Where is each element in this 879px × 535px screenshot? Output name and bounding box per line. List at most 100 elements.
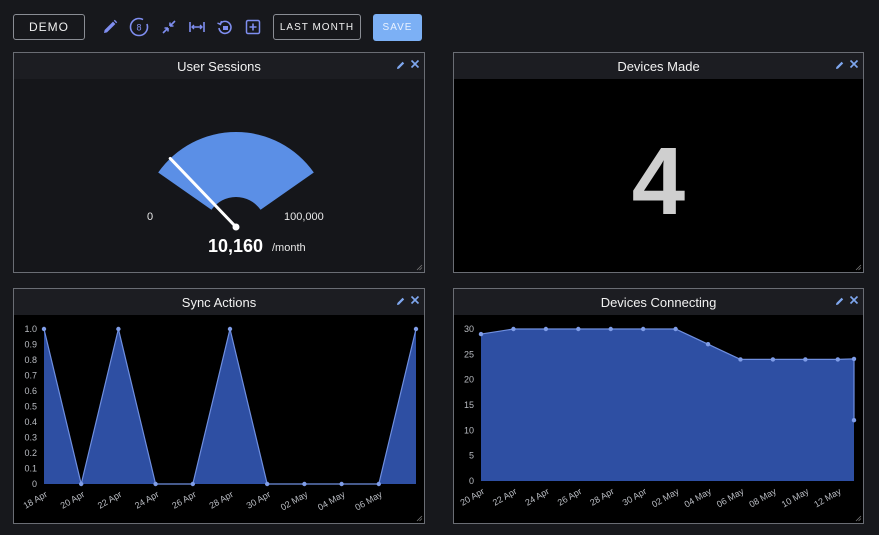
data-point [576, 326, 581, 332]
y-tick-label: 0.3 [24, 433, 37, 443]
x-tick-label: 24 Apr [133, 489, 161, 511]
y-tick-label: 5 [469, 451, 474, 461]
x-tick-label: 12 May [812, 486, 843, 510]
close-panel-icon[interactable] [849, 59, 859, 69]
collapse-icon[interactable] [160, 18, 178, 36]
panel-header: User Sessions [14, 53, 424, 79]
close-panel-icon[interactable] [410, 295, 420, 305]
data-point [738, 357, 743, 362]
data-point [41, 326, 47, 332]
dashboard-toolbar: DEMO 8 LAST MONTH SAVE [0, 0, 879, 52]
data-point [339, 481, 344, 487]
x-tick-label: 20 Apr [59, 489, 87, 511]
stat-value: 4 [631, 128, 686, 235]
x-tick-label: 06 May [715, 486, 746, 510]
resize-handle-icon[interactable] [855, 515, 862, 522]
x-tick-label: 28 Apr [207, 489, 235, 511]
resize-handle-icon[interactable] [416, 515, 423, 522]
devices-made-panel: Devices Made 4 [453, 52, 864, 273]
history-icon[interactable] [216, 18, 234, 36]
x-tick-label: 26 Apr [556, 486, 584, 508]
data-point [608, 326, 613, 332]
y-tick-label: 20 [464, 375, 474, 385]
y-tick-label: 0.6 [24, 386, 37, 396]
x-tick-label: 06 May [353, 489, 384, 513]
edit-panel-icon[interactable] [835, 296, 845, 306]
gauge-value: 10,160 [208, 236, 264, 256]
resize-handle-icon[interactable] [855, 264, 862, 271]
data-point [478, 331, 484, 337]
gauge-max-label: 100,000 [284, 211, 324, 223]
sync-actions-chart: 0 0.1 0.2 0.3 0.4 0.5 0.6 0.7 0.8 0.9 1.0 18 Apr 20 … [21, 324, 419, 513]
data-point [190, 481, 195, 487]
close-panel-icon[interactable] [410, 59, 420, 69]
edit-panel-icon[interactable] [396, 60, 406, 70]
gauge-pivot [232, 223, 240, 231]
data-point [705, 342, 711, 347]
x-tick-label: 18 Apr [21, 489, 49, 511]
x-tick-label: 22 Apr [96, 489, 124, 511]
data-point [770, 357, 776, 362]
data-point [376, 481, 381, 487]
time-range-button[interactable]: LAST MONTH [273, 14, 361, 40]
data-point [851, 356, 857, 362]
panel-header: Sync Actions [14, 289, 424, 315]
panel-body: 4 [454, 79, 863, 272]
y-tick-label: 15 [464, 400, 474, 410]
series-area [481, 329, 854, 481]
panel-body: 0 0.1 0.2 0.3 0.4 0.5 0.6 0.7 0.8 0.9 1.0 18 Apr 20 … [14, 315, 424, 523]
x-tick-label: 02 May [279, 489, 310, 513]
user-sessions-panel: User Sessions 0 100,000 10,160 /month [13, 52, 425, 273]
x-tick-label: 20 Apr [458, 486, 486, 508]
y-tick-label: 30 [464, 324, 474, 334]
refresh-count-icon[interactable]: 8 [129, 17, 149, 37]
dashboard-name-button[interactable]: DEMO [13, 14, 85, 40]
close-panel-icon[interactable] [849, 295, 859, 305]
panel-title: Sync Actions [181, 295, 257, 310]
y-tick-label: 25 [464, 349, 474, 359]
data-point [543, 326, 549, 332]
y-tick-label: 0 [469, 476, 474, 486]
panel-title: User Sessions [177, 59, 261, 74]
x-tick-label: 10 May [780, 486, 811, 510]
data-point [640, 326, 646, 332]
x-tick-label: 30 Apr [245, 489, 273, 511]
panel-header: Devices Connecting [454, 289, 863, 315]
x-tick-label: 02 May [650, 486, 681, 510]
y-tick-label: 0.7 [24, 371, 37, 381]
pencil-icon[interactable] [101, 18, 119, 36]
x-tick-label: 28 Apr [588, 486, 616, 508]
refresh-count: 8 [136, 23, 141, 33]
x-tick-label: 24 Apr [523, 486, 551, 508]
data-point [673, 326, 678, 332]
devices-connecting-chart: 0 5 10 15 20 25 30 20 Apr 22 Apr 24 Apr 26 Apr 28 A… [458, 324, 857, 510]
x-tick-label: 26 Apr [170, 489, 198, 511]
sync-actions-panel: Sync Actions 0 0.1 0.2 0.3 0.4 0.5 0.6 0.7 0.8 0.… [13, 288, 425, 524]
data-point [153, 481, 158, 487]
panel-body: 0 5 10 15 20 25 30 20 Apr 22 Apr 24 Apr 26 Apr 28 A… [454, 315, 863, 523]
x-tick-label: 30 Apr [621, 486, 649, 508]
add-panel-icon[interactable] [244, 18, 262, 36]
data-point [227, 326, 233, 332]
y-tick-label: 10 [464, 425, 474, 435]
edit-panel-icon[interactable] [396, 296, 406, 306]
data-point [302, 481, 307, 487]
x-tick-label: 08 May [747, 486, 778, 510]
y-tick-label: 0 [32, 479, 37, 489]
x-tick-label: 04 May [682, 486, 713, 510]
data-point [79, 481, 84, 487]
y-tick-label: 0.2 [24, 448, 37, 458]
data-point [265, 481, 270, 487]
panel-header: Devices Made [454, 53, 863, 79]
devices-connecting-panel: Devices Connecting 0 5 10 15 20 25 30 20 Apr 22 … [453, 288, 864, 524]
panel-title: Devices Made [617, 59, 700, 74]
fit-width-icon[interactable] [188, 18, 206, 36]
edit-panel-icon[interactable] [835, 60, 845, 70]
panel-title: Devices Connecting [600, 295, 717, 310]
y-tick-label: 0.8 [24, 355, 37, 365]
gauge-unit: /month [272, 242, 306, 254]
save-button[interactable]: SAVE [373, 14, 422, 41]
resize-handle-icon[interactable] [416, 264, 423, 271]
y-tick-label: 0.4 [24, 417, 37, 427]
y-tick-label: 0.1 [24, 464, 37, 474]
